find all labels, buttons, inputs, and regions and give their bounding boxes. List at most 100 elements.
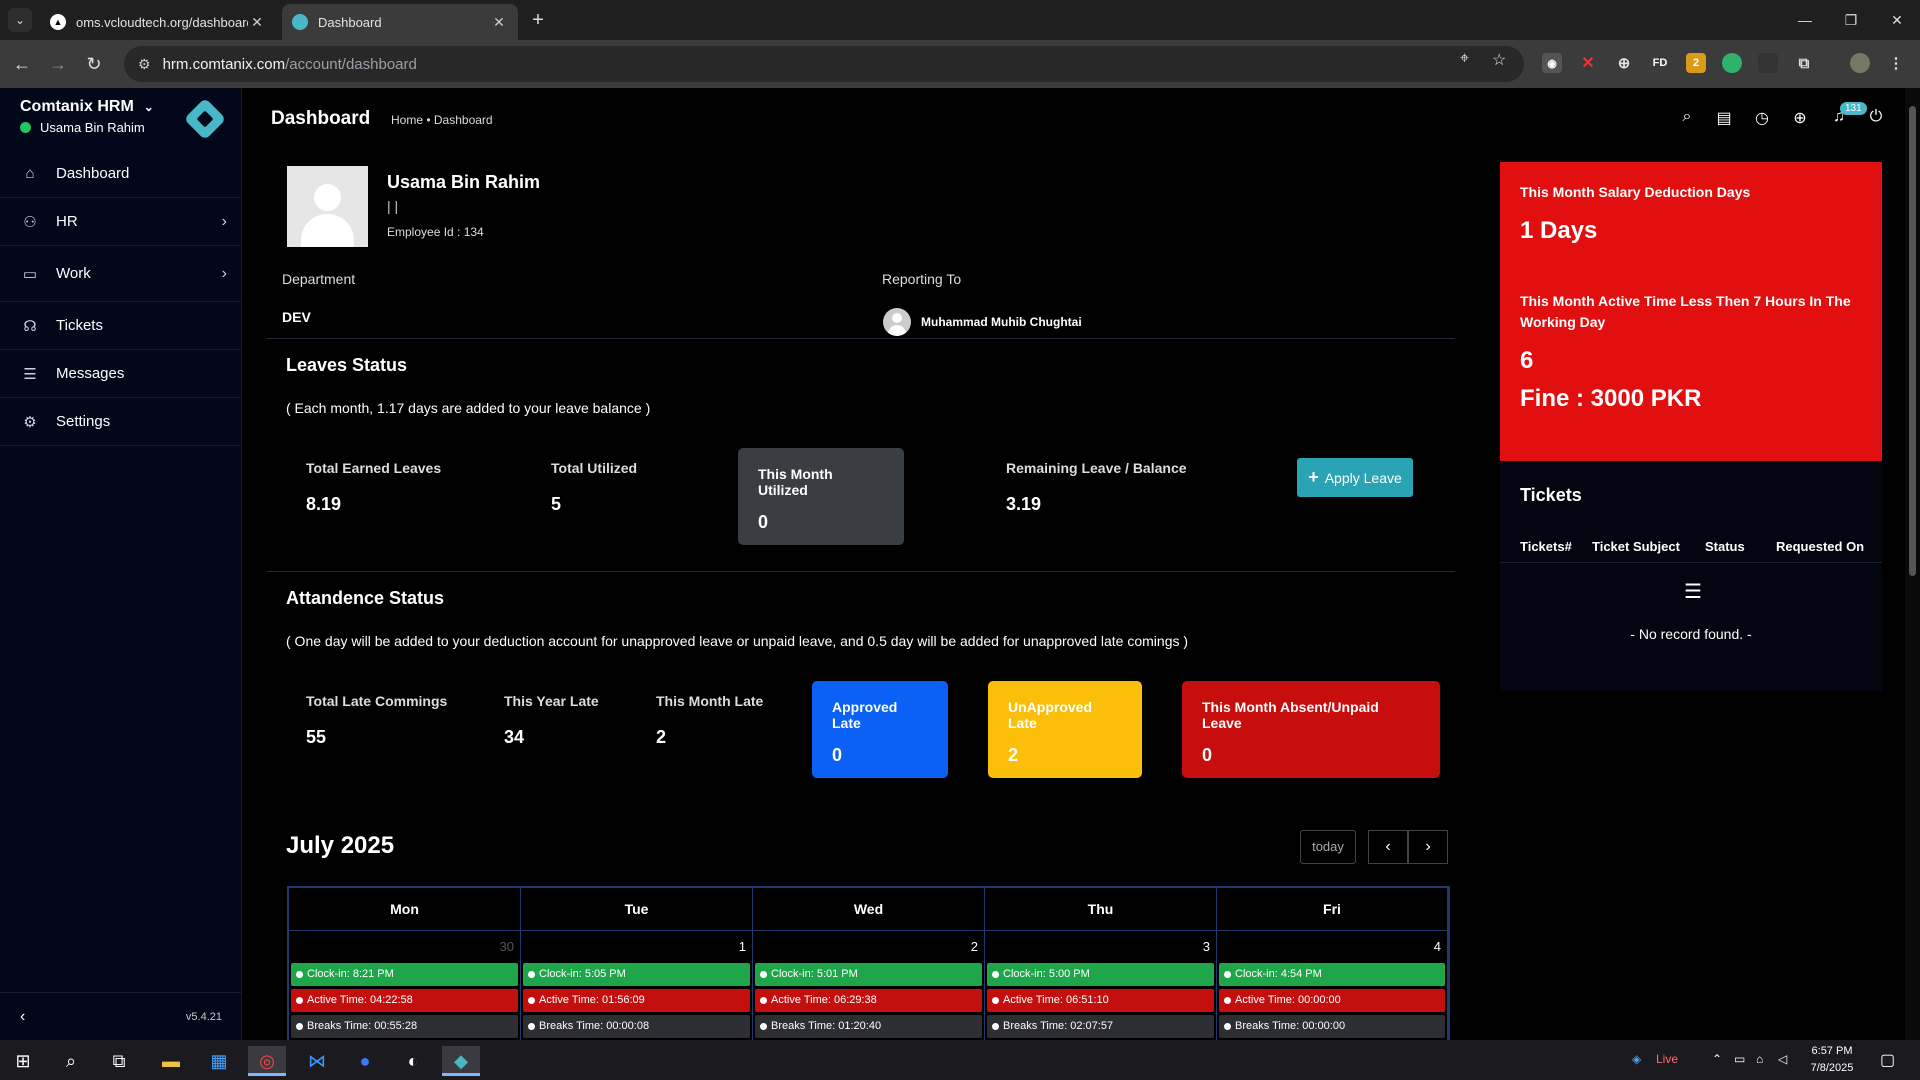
total-earned-value: 8.19 (306, 494, 342, 514)
active-time-event[interactable]: Active Time: 06:51:10 (987, 989, 1214, 1012)
badge-extension-icon[interactable]: 2 (1686, 53, 1706, 73)
extension-close-icon[interactable]: ✕ (1578, 53, 1598, 73)
calendar-date: 1 (738, 939, 746, 954)
close-tab-icon[interactable]: ✕ (248, 14, 266, 31)
sidebar-item-label: Messages (56, 365, 125, 382)
clock-in-event[interactable]: Clock-in: 5:05 PM (523, 963, 750, 986)
sidebar-item-settings[interactable]: ⚙ Settings (0, 398, 241, 446)
bookmark-star-icon[interactable]: ☆ (1492, 50, 1506, 70)
power-icon[interactable]: ⏻ (1865, 108, 1887, 130)
notes-icon[interactable]: ▤ (1713, 108, 1735, 130)
file-explorer-icon[interactable]: ▬ (152, 1046, 190, 1076)
location-icon[interactable]: ⌖ (1460, 50, 1469, 68)
browser-tab[interactable]: ▲ oms.vcloudtech.org/dashboard ✕ (40, 4, 276, 40)
forward-icon[interactable]: → (46, 52, 70, 76)
active-time-value: 6 (1520, 347, 1534, 374)
taskbar-clock[interactable]: 6:57 PM 7/8/2025 (1802, 1043, 1862, 1077)
tickets-card: Tickets Tickets# Ticket Subject Status R… (1500, 461, 1882, 691)
calendar-day-cell[interactable]: 30 Clock-in: 8:21 PM Active Time: 04:22:… (289, 930, 521, 1042)
minimize-icon[interactable]: — (1782, 0, 1828, 40)
active-time-event[interactable]: Active Time: 06:29:38 (755, 989, 982, 1012)
comtanix-app-icon[interactable]: ◆ (442, 1046, 480, 1076)
weather-icon[interactable]: ◈ (1632, 1052, 1641, 1066)
breadcrumb[interactable]: Home • Dashboard (391, 113, 493, 127)
avatar (287, 166, 368, 247)
app-header: Dashboard Home • Dashboard ⌕ ▤ ◷ ⊕ ♫ 131… (243, 88, 1905, 150)
sidebar-item-hr[interactable]: ⚇ HR › (0, 198, 241, 246)
chevron-right-icon: › (221, 264, 227, 282)
active-time-event[interactable]: Active Time: 04:22:58 (291, 989, 518, 1012)
calendar-today-button[interactable]: today (1300, 830, 1356, 864)
list-check-icon: ☰ (1684, 581, 1702, 603)
close-tab-icon[interactable]: ✕ (490, 14, 508, 31)
browser-tab-active[interactable]: Dashboard ✕ (282, 4, 518, 40)
sidebar-item-work[interactable]: ▭ Work › (0, 246, 241, 302)
restore-icon[interactable]: ❐ (1828, 0, 1874, 40)
vscode-icon[interactable]: ⋈ (298, 1046, 336, 1076)
tray-chevron-icon[interactable]: ⌃ (1712, 1052, 1722, 1066)
volume-icon[interactable]: ◁ (1778, 1052, 1787, 1066)
app-icon[interactable]: ◐ (394, 1046, 432, 1076)
add-icon[interactable]: ⊕ (1789, 108, 1811, 130)
plus-icon: + (1308, 467, 1319, 487)
chrome-icon[interactable]: ◎ (248, 1046, 286, 1076)
address-bar[interactable]: ⚙ hrm.comtanix.com/account/dashboard (124, 46, 1524, 82)
calendar-day-cell[interactable]: 4 Clock-in: 4:54 PM Active Time: 00:00:0… (1217, 930, 1448, 1042)
extension-icon[interactable] (1758, 53, 1778, 73)
clock-in-event[interactable]: Clock-in: 5:01 PM (755, 963, 982, 986)
divider (267, 338, 1455, 339)
collapse-sidebar-icon[interactable]: ‹ (20, 1008, 25, 1026)
weather-live-label[interactable]: Live (1656, 1052, 1678, 1066)
globe-icon[interactable]: ⊕ (1614, 53, 1634, 73)
clock-in-event[interactable]: Clock-in: 4:54 PM (1219, 963, 1445, 986)
site-info-icon[interactable]: ⚙ (138, 56, 151, 73)
calendar-day-header: Tue (521, 888, 753, 930)
clock-in-event[interactable]: Clock-in: 5:00 PM (987, 963, 1214, 986)
breaks-time-event[interactable]: Breaks Time: 00:00:08 (523, 1015, 750, 1038)
green-extension-icon[interactable] (1722, 53, 1742, 73)
breaks-time-event[interactable]: Breaks Time: 02:07:57 (987, 1015, 1214, 1038)
calendar-day-cell[interactable]: 1 Clock-in: 5:05 PM Active Time: 01:56:0… (521, 930, 753, 1042)
calendar-next-icon[interactable]: › (1408, 830, 1448, 864)
network-icon[interactable]: ▭ (1734, 1052, 1745, 1066)
total-earned-label: Total Earned Leaves (306, 460, 442, 476)
sidebar-item-dashboard[interactable]: ⌂ Dashboard (0, 150, 241, 198)
attendance-note: ( One day will be added to your deductio… (286, 633, 1189, 649)
sidebar-item-label: Settings (56, 413, 111, 430)
breaks-time-event[interactable]: Breaks Time: 00:00:00 (1219, 1015, 1445, 1038)
back-icon[interactable]: ← (10, 52, 34, 76)
page-scrollbar[interactable] (1905, 88, 1920, 1040)
sidebar-item-tickets[interactable]: ☊ Tickets (0, 302, 241, 350)
calendar-prev-icon[interactable]: ‹ (1368, 830, 1408, 864)
reporting-to-name[interactable]: Muhammad Muhib Chughtai (921, 315, 1082, 329)
apply-leave-button[interactable]: + Apply Leave (1297, 458, 1413, 497)
calendar-day-cell[interactable]: 3 Clock-in: 5:00 PM Active Time: 06:51:1… (985, 930, 1217, 1042)
clock-icon[interactable]: ◷ (1751, 108, 1773, 130)
clock-in-event[interactable]: Clock-in: 8:21 PM (291, 963, 518, 986)
wifi-icon[interactable]: ⌂ (1756, 1052, 1763, 1066)
search-icon[interactable]: ⌕ (52, 1046, 90, 1076)
close-window-icon[interactable]: ✕ (1874, 0, 1920, 40)
calendar-day-header: Wed (753, 888, 985, 930)
notification-center-icon[interactable]: ▢ (1880, 1050, 1895, 1070)
active-time-event[interactable]: Active Time: 01:56:09 (523, 989, 750, 1012)
sidebar-item-messages[interactable]: ☰ Messages (0, 350, 241, 398)
breaks-time-event[interactable]: Breaks Time: 01:20:40 (755, 1015, 982, 1038)
unapproved-late-box: UnApproved Late 2 (988, 681, 1142, 778)
reload-icon[interactable]: ↻ (82, 52, 106, 76)
breaks-time-event[interactable]: Breaks Time: 00:55:28 (291, 1015, 518, 1038)
store-icon[interactable]: ▦ (200, 1046, 238, 1076)
tab-search-button[interactable]: ⌄ (8, 8, 32, 32)
puzzle-icon[interactable]: ⧉ (1794, 53, 1814, 73)
search-icon[interactable]: ⌕ (1676, 108, 1698, 130)
fd-extension-icon[interactable]: FD (1650, 53, 1670, 73)
calendar-day-cell[interactable]: 2 Clock-in: 5:01 PM Active Time: 06:29:3… (753, 930, 985, 1042)
extension-icon[interactable]: ◉ (1542, 53, 1562, 73)
profile-avatar[interactable] (1850, 53, 1870, 73)
new-tab-button[interactable]: + (526, 8, 550, 32)
zoom-icon[interactable]: ● (346, 1046, 384, 1076)
active-time-event[interactable]: Active Time: 00:00:00 (1219, 989, 1445, 1012)
task-view-icon[interactable]: ⧉ (100, 1046, 138, 1076)
menu-dots-icon[interactable]: ⋮ (1886, 53, 1906, 73)
windows-start-icon[interactable]: ⊞ (4, 1046, 42, 1076)
